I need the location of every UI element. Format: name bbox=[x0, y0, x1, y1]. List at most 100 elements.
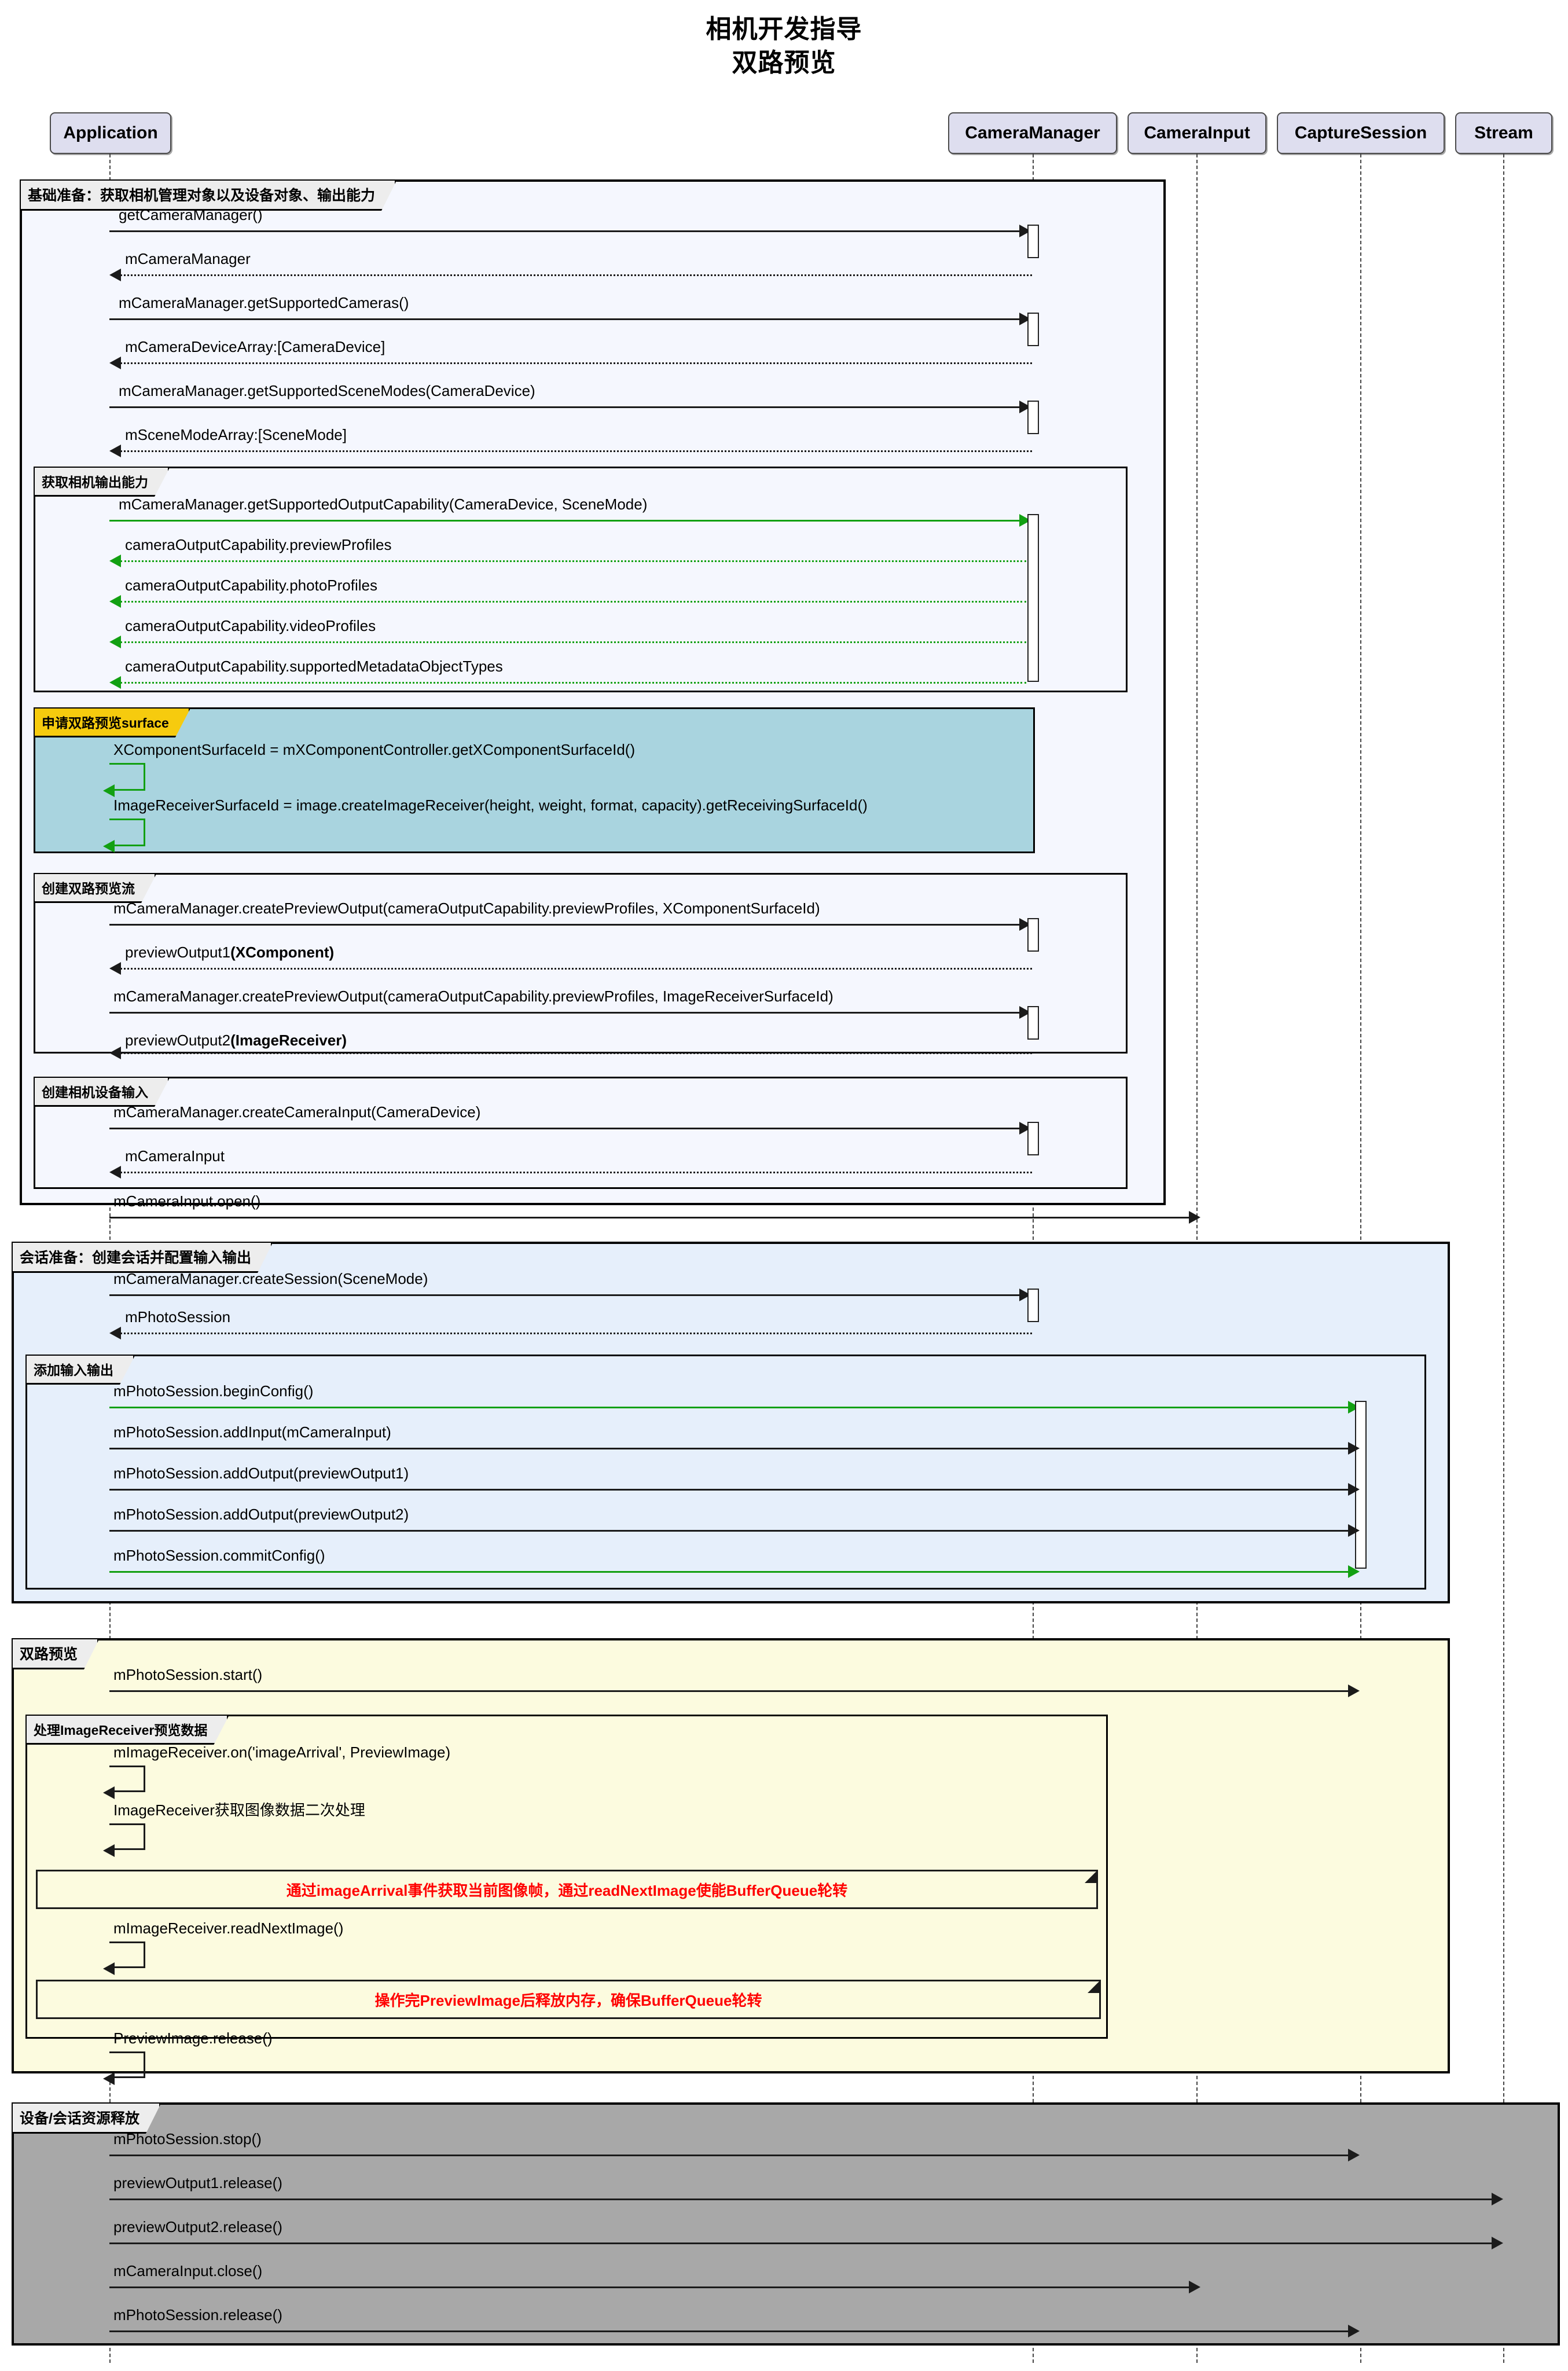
message-arrow-m34 bbox=[109, 2199, 1492, 2200]
message-arrowhead-m24 bbox=[1348, 1442, 1360, 1455]
message-label-m35: previewOutput2.release() bbox=[113, 2219, 282, 2234]
participant-application[interactable]: Application bbox=[50, 112, 171, 154]
message-arrow-m10 bbox=[120, 641, 1026, 643]
participant-camerainput[interactable]: CameraInput bbox=[1128, 112, 1266, 154]
fragment-caminput-label: 创建相机设备输入 bbox=[35, 1078, 170, 1107]
message-label-m24: mPhotoSession.addInput(mCameraInput) bbox=[113, 1425, 391, 1440]
message-label-m04: mCameraDeviceArray:[CameraDevice] bbox=[125, 339, 385, 354]
message-label-m27: mPhotoSession.commitConfig() bbox=[113, 1548, 325, 1563]
message-arrow-m07 bbox=[109, 520, 1019, 522]
message-label-m36: mCameraInput.close() bbox=[113, 2263, 262, 2278]
message-arrow-m23 bbox=[109, 1407, 1348, 1408]
message-arrowhead-m28 bbox=[1348, 1684, 1360, 1697]
message-arrowhead-m26 bbox=[1348, 1524, 1360, 1537]
self-message-m13 bbox=[109, 819, 145, 846]
message-label-m16: mCameraManager.createPreviewOutput(camer… bbox=[113, 989, 833, 1004]
note-1: 通过imageArrival事件获取当前图像帧，通过readNextImage使… bbox=[36, 1870, 1098, 1909]
diagram-title-line1: 相机开发指导 bbox=[0, 8, 1568, 45]
message-arrow-m25 bbox=[109, 1489, 1348, 1491]
fragment-release-label: 设备/会话资源释放 bbox=[13, 2104, 161, 2134]
self-message-m29 bbox=[109, 1766, 145, 1792]
message-arrowhead-m34 bbox=[1492, 2193, 1503, 2205]
activation-bar-cm5 bbox=[1027, 918, 1039, 952]
message-label-m30: ImageReceiver获取图像数据二次处理 bbox=[113, 1803, 365, 1818]
fragment-sessionprep-label: 会话准备：创建会话并配置输入输出 bbox=[13, 1243, 273, 1273]
message-label-m21: mCameraManager.createSession(SceneMode) bbox=[113, 1271, 428, 1286]
message-arrow-m22 bbox=[120, 1333, 1032, 1334]
activation-bar-cm4 bbox=[1027, 514, 1039, 682]
message-label-m26: mPhotoSession.addOutput(previewOutput2) bbox=[113, 1507, 409, 1522]
message-label-m02: mCameraManager bbox=[125, 251, 251, 266]
message-arrow-m37 bbox=[109, 2330, 1348, 2332]
lifeline-stream bbox=[1503, 154, 1504, 2363]
message-arrowhead-m09 bbox=[109, 595, 121, 608]
message-arrow-m01 bbox=[109, 230, 1019, 232]
message-arrowhead-m33 bbox=[1348, 2149, 1360, 2161]
note-1-text: 通过imageArrival事件获取当前图像帧，通过readNextImage使… bbox=[287, 1879, 847, 1900]
message-label-m23: mPhotoSession.beginConfig() bbox=[113, 1383, 313, 1399]
fragment-addio-label: 添加输入输出 bbox=[27, 1356, 135, 1385]
message-arrow-m04 bbox=[120, 362, 1032, 364]
message-label-m03: mCameraManager.getSupportedCameras() bbox=[119, 295, 409, 310]
message-arrowhead-m20 bbox=[1189, 1211, 1200, 1224]
message-label-m07: mCameraManager.getSupportedOutputCapabil… bbox=[119, 497, 647, 512]
message-label-m22: mPhotoSession bbox=[125, 1309, 230, 1324]
message-arrowhead-m27 bbox=[1348, 1565, 1360, 1578]
message-arrowhead-m35 bbox=[1492, 2237, 1503, 2249]
message-label-m20: mCameraInput.open() bbox=[113, 1194, 260, 1209]
message-label-m10: cameraOutputCapability.videoProfiles bbox=[125, 618, 376, 633]
message-arrowhead-m04 bbox=[109, 357, 121, 369]
message-arrow-m35 bbox=[109, 2242, 1492, 2244]
note-fold-icon bbox=[1085, 1871, 1096, 1883]
participant-label: Application bbox=[63, 123, 157, 143]
fragment-dualpreview-label: 双路预览 bbox=[13, 1639, 99, 1669]
message-label-m29: mImageReceiver.on('imageArrival', Previe… bbox=[113, 1745, 450, 1760]
message-label-m12: XComponentSurfaceId = mXComponentControl… bbox=[113, 742, 635, 757]
message-arrow-m18 bbox=[109, 1128, 1019, 1129]
message-arrowhead-m29 bbox=[103, 1786, 115, 1799]
self-message-m31 bbox=[109, 1941, 145, 1968]
message-arrow-m36 bbox=[109, 2286, 1189, 2288]
participant-capturesession[interactable]: CaptureSession bbox=[1277, 112, 1445, 154]
participant-stream[interactable]: Stream bbox=[1455, 112, 1552, 154]
fragment-surface bbox=[34, 707, 1035, 853]
fragment-surface-label: 申请双路预览surface bbox=[35, 709, 190, 737]
fragment-outcap-label: 获取相机输出能力 bbox=[35, 468, 170, 497]
message-arrowhead-m19 bbox=[109, 1166, 121, 1179]
message-label-m18: mCameraManager.createCameraInput(CameraD… bbox=[113, 1104, 480, 1120]
sequence-diagram-canvas: 相机开发指导 双路预览 Application CameraManager Ca… bbox=[0, 0, 1568, 2371]
message-label-m19: mCameraInput bbox=[125, 1148, 225, 1164]
fragment-createflow-label: 创建双路预览流 bbox=[35, 874, 156, 903]
message-label-m37: mPhotoSession.release() bbox=[113, 2307, 282, 2322]
message-arrow-m24 bbox=[109, 1448, 1348, 1449]
message-label-m32: PreviewImage.release() bbox=[113, 2031, 273, 2046]
activation-bar-cm8 bbox=[1027, 1289, 1039, 1322]
self-message-m30 bbox=[109, 1823, 145, 1850]
message-arrowhead-m22 bbox=[109, 1327, 121, 1339]
participant-label: CaptureSession bbox=[1295, 123, 1427, 143]
message-arrowhead-m06 bbox=[109, 445, 121, 457]
message-arrowhead-m17 bbox=[109, 1047, 121, 1059]
self-message-m32 bbox=[109, 2051, 145, 2078]
message-arrow-m21 bbox=[109, 1294, 1019, 1296]
activation-bar-cm3 bbox=[1027, 401, 1039, 434]
message-label-m15: previewOutput1(XComponent) bbox=[125, 945, 334, 960]
activation-bar-cm1 bbox=[1027, 225, 1039, 258]
message-label-m17: previewOutput2(ImageReceiver) bbox=[125, 1033, 347, 1048]
message-arrow-m03 bbox=[109, 318, 1019, 320]
message-arrowhead-m02 bbox=[109, 269, 121, 281]
message-arrow-m06 bbox=[120, 450, 1032, 452]
activation-bar-cm7 bbox=[1027, 1122, 1039, 1155]
message-arrowhead-m31 bbox=[103, 1962, 115, 1975]
message-arrowhead-m08 bbox=[109, 555, 121, 567]
message-label-m06: mSceneModeArray:[SceneMode] bbox=[125, 427, 347, 442]
activation-bar-cm6 bbox=[1027, 1006, 1039, 1040]
participant-label: CameraManager bbox=[965, 123, 1100, 143]
participant-cameramanager[interactable]: CameraManager bbox=[948, 112, 1117, 154]
activation-bar-cm2 bbox=[1027, 313, 1039, 346]
self-message-m12 bbox=[109, 763, 145, 791]
message-arrow-m20 bbox=[109, 1217, 1189, 1218]
message-label-m33: mPhotoSession.stop() bbox=[113, 2131, 262, 2146]
message-arrow-m05 bbox=[109, 406, 1019, 408]
message-arrowhead-m25 bbox=[1348, 1483, 1360, 1496]
